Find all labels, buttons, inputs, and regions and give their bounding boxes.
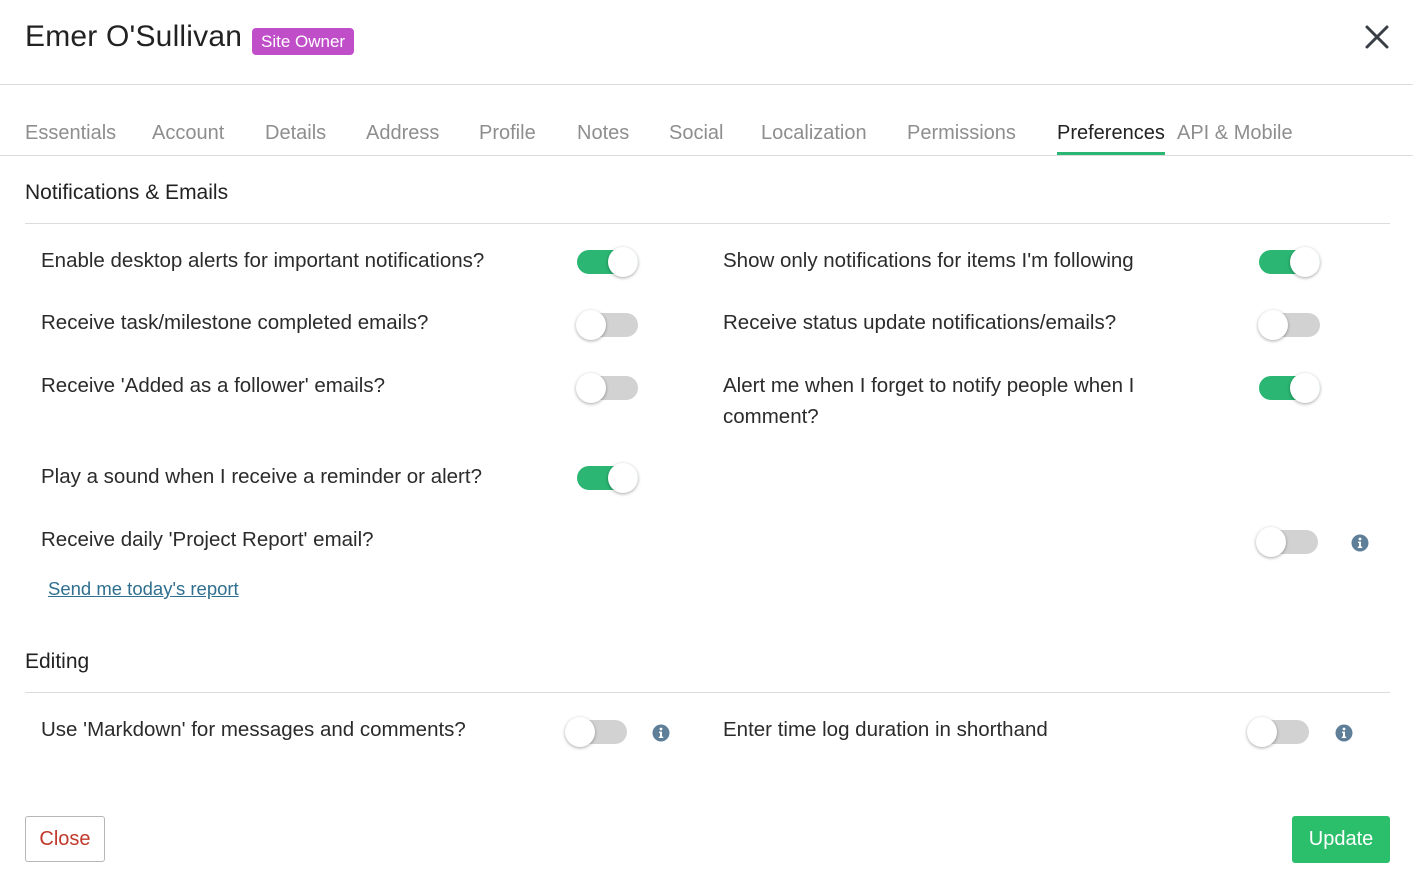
close-button[interactable]: Close: [25, 816, 105, 862]
tab-localization[interactable]: Localization: [761, 122, 867, 145]
tab-bar: Essentials Account Details Address Profi…: [0, 85, 1413, 156]
info-icon[interactable]: [1335, 724, 1353, 742]
toggle-follower-emails[interactable]: [576, 373, 638, 403]
toggle-status-update[interactable]: [1258, 310, 1320, 340]
info-icon[interactable]: [1351, 534, 1369, 552]
user-name-title: Emer O'Sullivan: [25, 20, 243, 53]
toggle-markdown[interactable]: [565, 717, 627, 747]
tab-profile[interactable]: Profile: [479, 122, 536, 145]
info-icon[interactable]: [652, 724, 670, 742]
toggle-play-sound[interactable]: [577, 463, 638, 493]
tab-permissions[interactable]: Permissions: [907, 122, 1016, 145]
tab-account[interactable]: Account: [152, 122, 224, 145]
toggle-desktop-alerts[interactable]: [577, 247, 638, 277]
tab-essentials[interactable]: Essentials: [25, 122, 116, 145]
tab-api-mobile[interactable]: API & Mobile: [1177, 122, 1293, 145]
setting-label-time-log-shorthand: Enter time log duration in shorthand: [723, 718, 1048, 741]
setting-label-markdown: Use 'Markdown' for messages and comments…: [41, 718, 466, 741]
setting-label-task-completed-emails: Receive task/milestone completed emails?: [41, 311, 429, 334]
send-report-link[interactable]: Send me today's report: [48, 578, 239, 600]
toggle-time-log-shorthand[interactable]: [1247, 717, 1309, 747]
setting-label-status-update: Receive status update notifications/emai…: [723, 311, 1117, 334]
section-divider: [25, 692, 1390, 693]
update-button[interactable]: Update: [1292, 816, 1390, 863]
setting-label-follower-emails: Receive 'Added as a follower' emails?: [41, 374, 385, 397]
role-badge: Site Owner: [252, 28, 355, 55]
tab-details[interactable]: Details: [265, 122, 326, 145]
setting-label-following-only: Show only notifications for items I'm fo…: [723, 249, 1134, 272]
setting-label-forget-notify: Alert me when I forget to notify people …: [723, 374, 1135, 428]
tab-social[interactable]: Social: [669, 122, 723, 145]
toggle-project-report[interactable]: [1256, 527, 1318, 557]
close-icon[interactable]: [1363, 23, 1391, 51]
setting-label-play-sound: Play a sound when I receive a reminder o…: [41, 465, 482, 488]
section-title-notifications: Notifications & Emails: [25, 181, 229, 204]
toggle-forget-notify[interactable]: [1259, 373, 1320, 403]
section-divider: [25, 223, 1390, 224]
toggle-following-only[interactable]: [1259, 247, 1320, 277]
section-title-editing: Editing: [25, 650, 90, 673]
toggle-task-completed-emails[interactable]: [576, 310, 638, 340]
tab-notes[interactable]: Notes: [577, 122, 629, 145]
tab-preferences[interactable]: Preferences: [1057, 122, 1165, 145]
modal-header: Emer O'Sullivan Site Owner: [0, 0, 1413, 85]
setting-label-desktop-alerts: Enable desktop alerts for important noti…: [41, 249, 485, 272]
tab-address[interactable]: Address: [366, 122, 439, 145]
active-tab-indicator: [1057, 152, 1165, 155]
setting-label-project-report: Receive daily 'Project Report' email?: [41, 528, 374, 551]
